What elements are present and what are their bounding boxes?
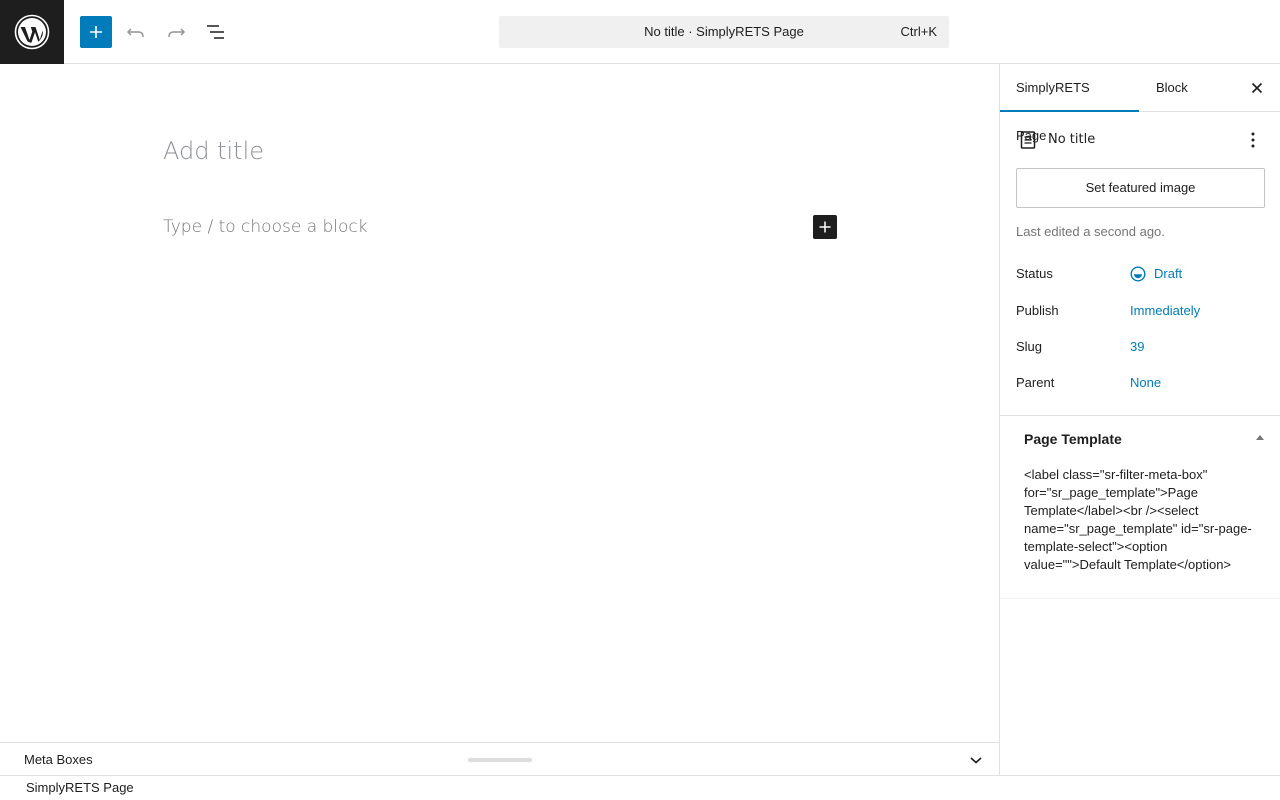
chevron-down-icon[interactable] (964, 748, 988, 772)
status-label: Status (1016, 266, 1053, 281)
status-value: Draft (1154, 266, 1183, 281)
redo-icon[interactable] (160, 16, 192, 48)
slug-row: Slug 39 (1016, 337, 1265, 357)
undo-icon[interactable] (120, 16, 152, 48)
status-row: Status Draft (1016, 264, 1265, 284)
slug-label: Slug (1016, 339, 1043, 354)
parent-label: Parent (1016, 375, 1055, 390)
inline-block-inserter-button[interactable] (813, 215, 837, 239)
parent-row: Parent None (1016, 373, 1265, 393)
wordpress-logo-icon[interactable] (0, 0, 64, 64)
page-icon (1016, 128, 1040, 152)
chevron-up-icon[interactable] (1255, 432, 1265, 442)
add-block-button[interactable] (80, 16, 112, 48)
sidebar-tabs: SimplyRETS Page Block (1000, 64, 1280, 143)
slug-toggle[interactable]: 39 (1130, 337, 1144, 357)
meta-boxes-title: Meta Boxes (24, 752, 93, 767)
block-placeholder-input[interactable]: Type / to choose a block (163, 217, 368, 237)
close-icon[interactable] (1245, 76, 1269, 100)
status-toggle[interactable]: Draft (1130, 264, 1182, 284)
publish-label: Publish (1016, 303, 1059, 318)
settings-sidebar: SimplyRETS Page Block No title Set featu… (999, 64, 1280, 775)
more-options-icon[interactable] (1241, 128, 1265, 152)
tab-block[interactable]: Block (1140, 64, 1204, 112)
last-edited-text: Last edited a second ago. (1016, 224, 1165, 239)
breadcrumb-item[interactable]: SimplyRETS Page (26, 776, 134, 800)
meta-boxes-panel: Meta Boxes (0, 742, 999, 776)
set-featured-image-button[interactable]: Set featured image (1016, 168, 1265, 208)
post-card-title: No title (1048, 132, 1096, 147)
publish-row: Publish Immediately (1016, 301, 1265, 321)
block-breadcrumb-bar: SimplyRETS Page (0, 775, 1280, 800)
page-template-panel-toggle[interactable]: Page Template (1024, 430, 1122, 448)
keyboard-shortcut-label: Ctrl+K (900, 24, 937, 39)
post-card: No title (1016, 128, 1265, 152)
document-overview-icon[interactable] (200, 16, 232, 48)
page-template-content: <label class="sr-filter-meta-box" for="s… (1024, 467, 1252, 572)
command-palette-bar[interactable]: No title · SimplyRETS Page Ctrl+K (499, 16, 949, 48)
editor-canvas: Add title Type / to choose a block (0, 65, 999, 742)
draft-status-icon (1130, 266, 1146, 282)
tab-document[interactable]: SimplyRETS Page (1000, 64, 1139, 143)
page-template-panel: Page Template <label class="sr-filter-me… (1000, 415, 1280, 599)
parent-toggle[interactable]: None (1130, 373, 1161, 393)
publish-date-toggle[interactable]: Immediately (1130, 301, 1200, 321)
editor-header: No title · SimplyRETS Page Ctrl+K (0, 0, 1280, 64)
document-title-label: No title · SimplyRETS Page (644, 24, 804, 39)
post-title-input[interactable]: Add title (163, 137, 264, 165)
resize-handle[interactable] (468, 758, 532, 762)
